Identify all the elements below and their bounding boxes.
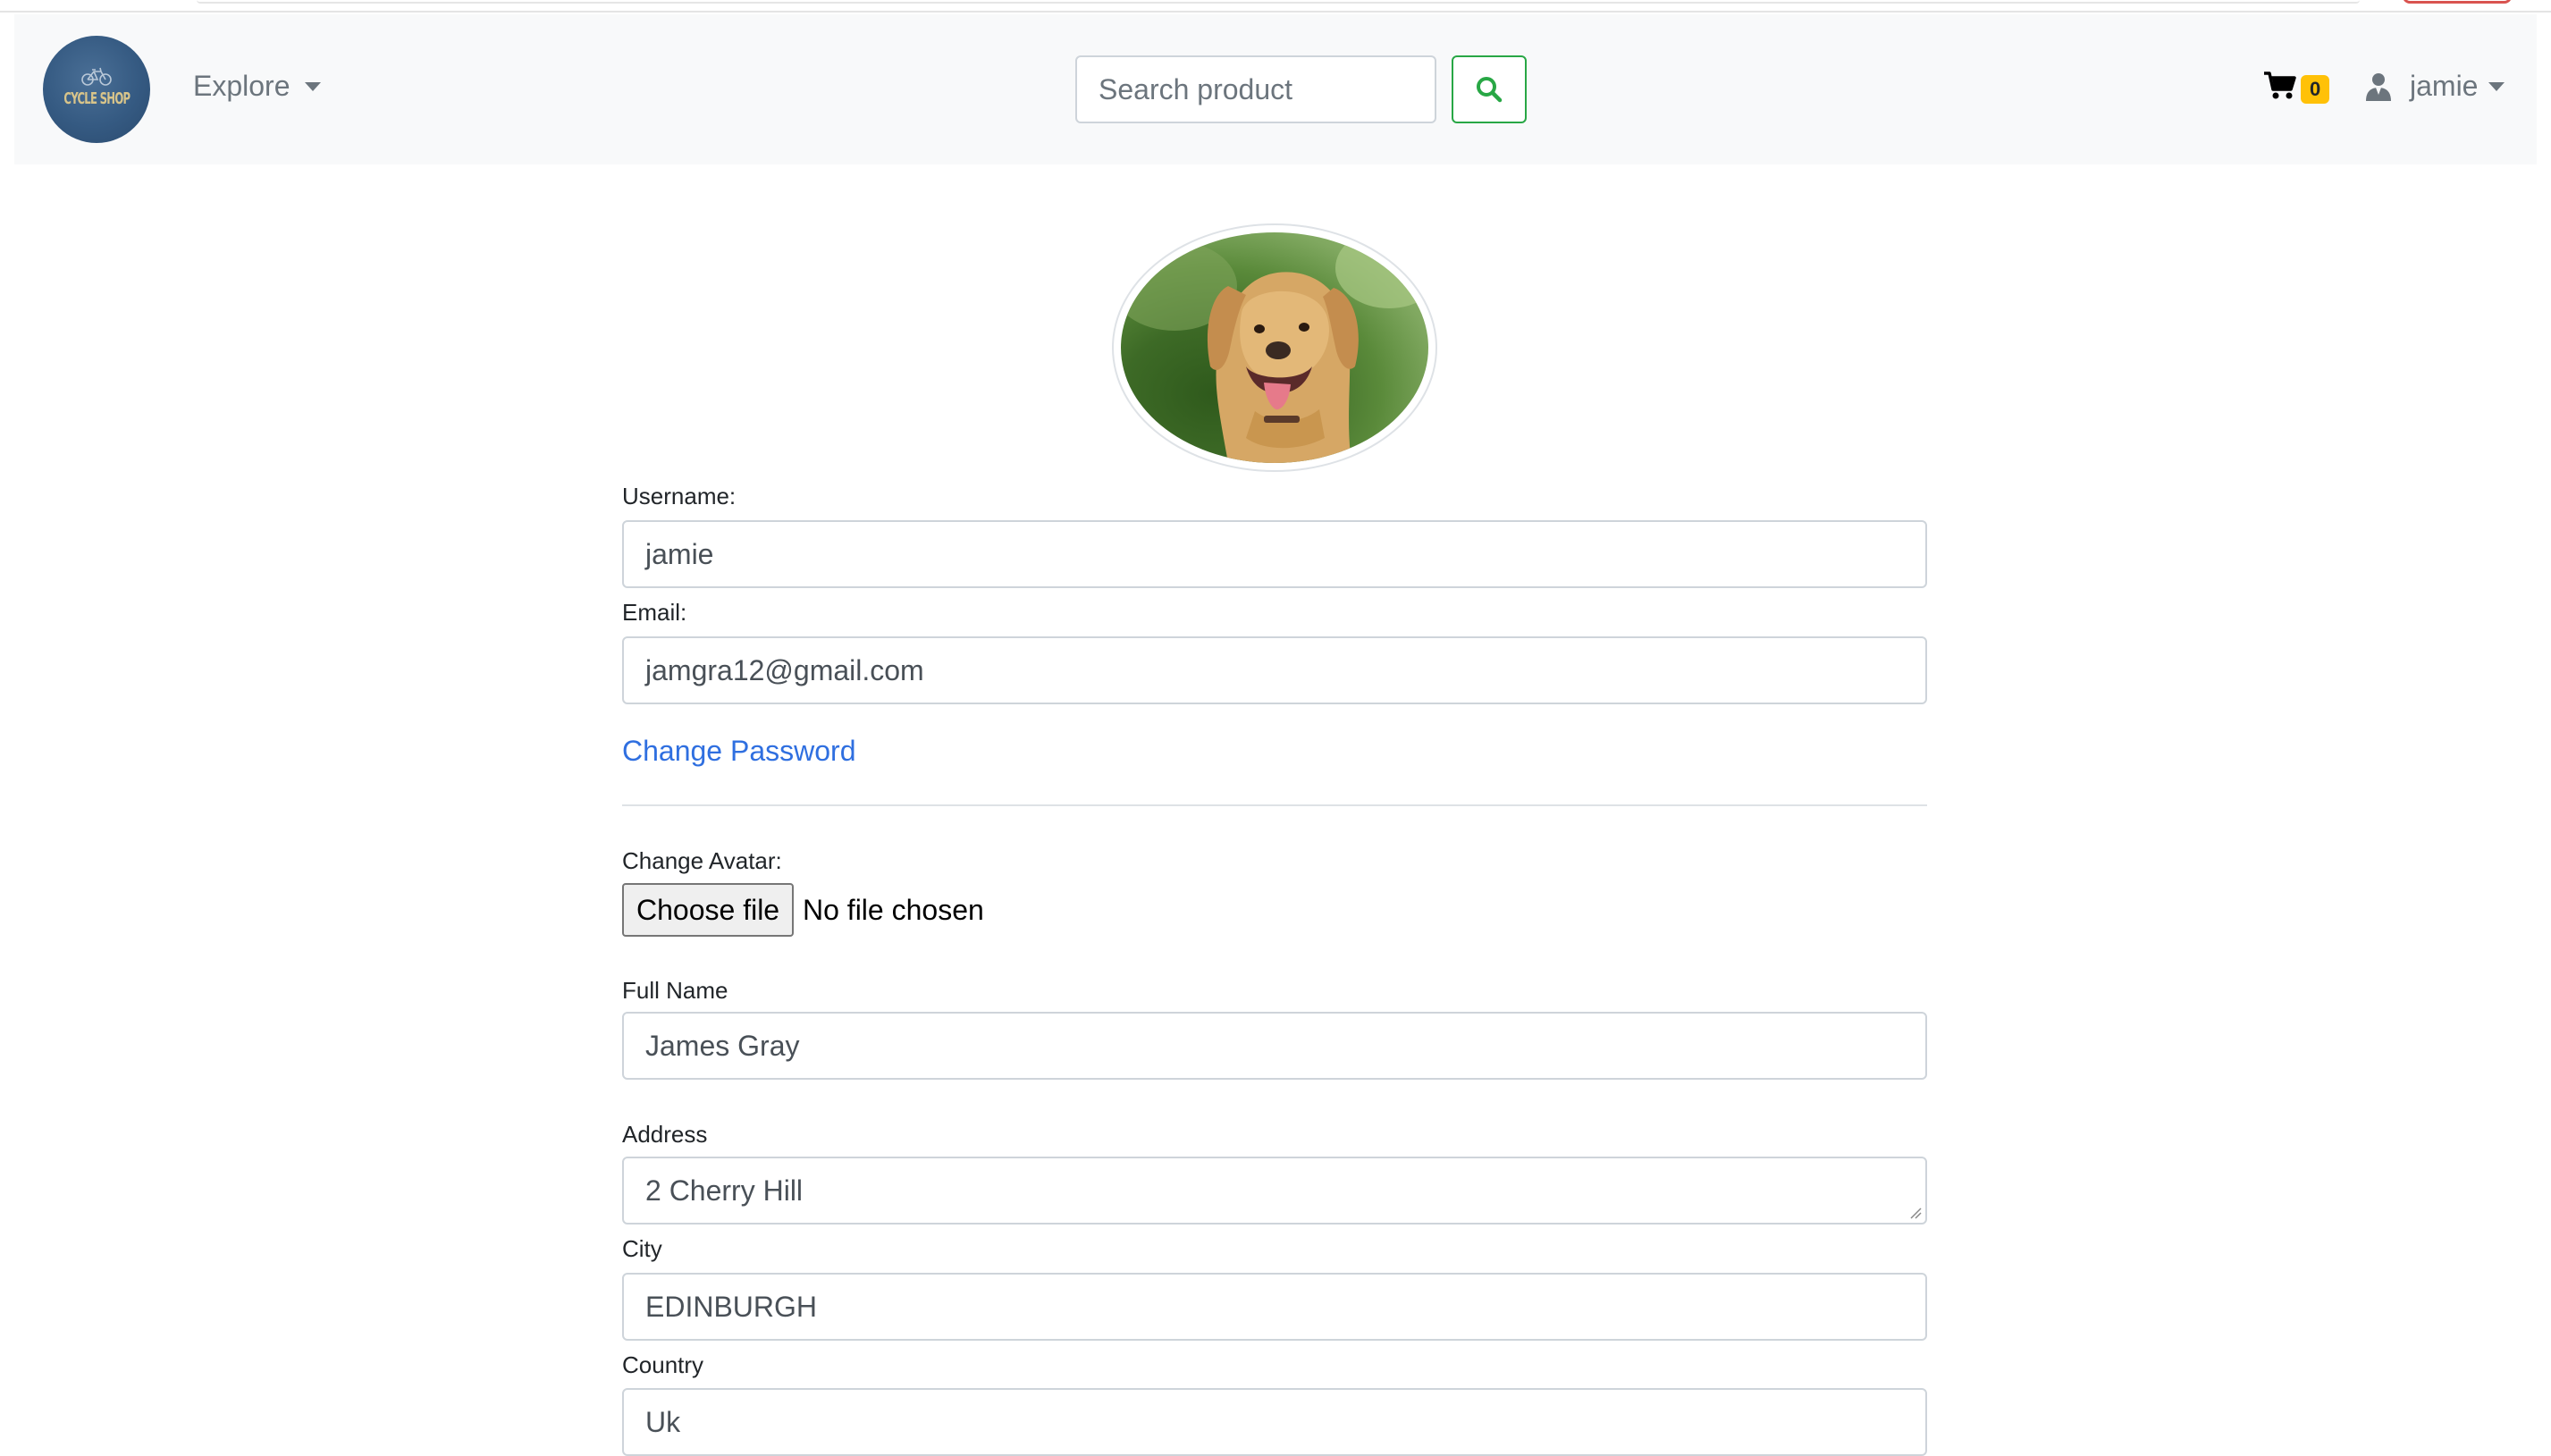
address-bar-edge — [197, 0, 2360, 4]
explore-dropdown[interactable]: Explore — [193, 70, 321, 103]
email-field[interactable]: jamgra12@gmail.com — [622, 636, 1927, 704]
resize-grip-icon[interactable] — [1909, 1207, 1922, 1219]
cart-icon — [2264, 72, 2296, 99]
username-label: jamie — [2410, 70, 2479, 102]
browser-top-strip — [0, 0, 2551, 14]
full-name-field[interactable]: James Gray — [622, 1012, 1927, 1080]
email-label: Email: — [622, 599, 687, 626]
site-logo[interactable]: CYCLE SHOP — [43, 36, 150, 143]
search-input[interactable] — [1075, 55, 1436, 123]
country-field[interactable]: Uk — [622, 1388, 1927, 1456]
change-password-link[interactable]: Change Password — [622, 735, 855, 768]
explore-label: Explore — [193, 70, 290, 102]
full-name-label: Full Name — [622, 977, 728, 1004]
browser-button-edge — [2403, 0, 2512, 4]
address-label: Address — [622, 1121, 708, 1148]
change-avatar-label: Change Avatar: — [622, 847, 782, 874]
cart-count-badge: 0 — [2301, 75, 2330, 104]
cart-link[interactable]: 0 — [2263, 68, 2330, 104]
chevron-down-icon — [304, 81, 321, 91]
chevron-down-icon — [2488, 81, 2505, 91]
user-menu-dropdown[interactable]: jamie — [2365, 70, 2505, 103]
choose-file-button[interactable]: Choose file — [622, 883, 795, 937]
country-label: Country — [622, 1351, 704, 1378]
address-textarea[interactable]: 2 Cherry Hill — [622, 1157, 1927, 1225]
logo-text: CYCLE SHOP — [63, 88, 130, 108]
profile-avatar — [1112, 223, 1437, 472]
no-file-chosen-text: No file chosen — [803, 894, 984, 926]
address-value: 2 Cherry Hill — [645, 1174, 804, 1207]
navbar: CYCLE SHOP Explore 0 jamie — [14, 14, 2537, 164]
username-label: Username: — [622, 483, 737, 509]
divider — [622, 804, 1927, 806]
city-label: City — [622, 1235, 662, 1262]
bicycle-icon — [81, 67, 112, 86]
divider — [0, 11, 2551, 13]
avatar-photo — [1121, 232, 1428, 463]
search-button[interactable] — [1452, 55, 1527, 123]
user-icon — [2366, 72, 2391, 101]
search-icon — [1477, 77, 1503, 103]
username-field[interactable]: jamie — [622, 520, 1927, 588]
city-field[interactable]: EDINBURGH — [622, 1273, 1927, 1341]
